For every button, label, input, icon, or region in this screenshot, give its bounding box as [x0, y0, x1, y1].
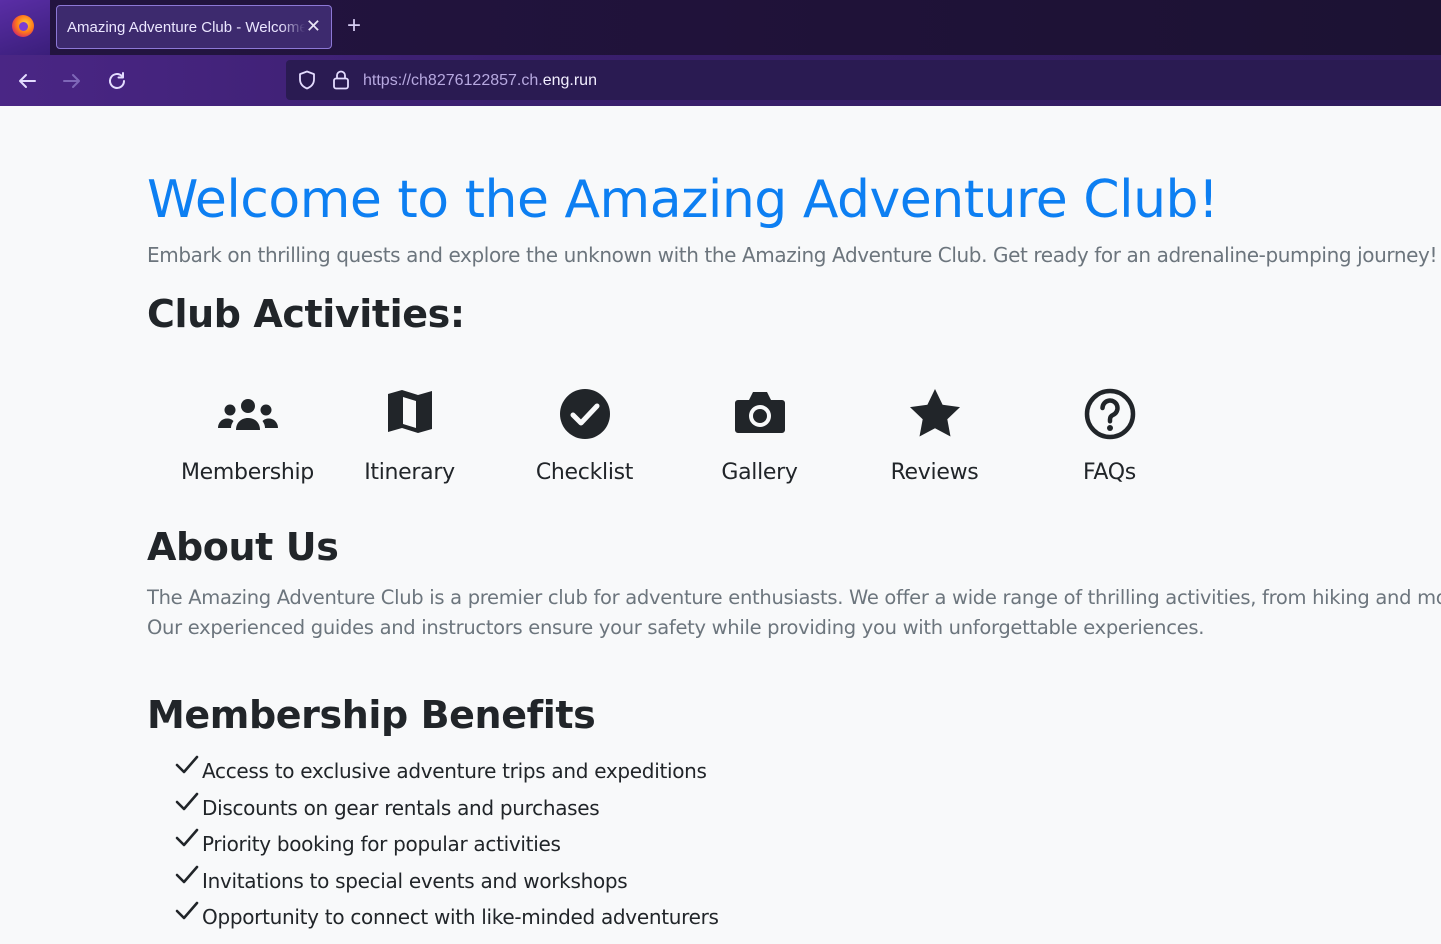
benefit-text: Discounts on gear rentals and purchases [202, 795, 600, 820]
activity-label: Gallery [721, 460, 798, 485]
checkmark-icon [175, 792, 199, 810]
benefit-text: Priority booking for popular activities [202, 832, 561, 856]
benefits-heading: Membership Benefits [147, 693, 596, 737]
browser-chrome: Amazing Adventure Club - Welcome ✕ + htt… [0, 0, 1441, 106]
page-title: Welcome to the Amazing Adventure Club! [147, 170, 1219, 230]
page-content: Welcome to the Amazing Adventure Club! E… [0, 106, 1441, 944]
activities-heading: Club Activities: [147, 292, 465, 336]
url-bar[interactable]: https://ch8276122857.ch.eng.run [286, 60, 1441, 100]
activity-reviews[interactable]: Reviews [847, 388, 1022, 498]
about-paragraph: The Amazing Adventure Club is a premier … [147, 583, 1441, 643]
shield-icon[interactable] [296, 69, 318, 91]
activity-label: FAQs [1083, 460, 1136, 485]
new-tab-button[interactable]: + [347, 14, 361, 38]
about-heading: About Us [147, 525, 339, 569]
activity-faqs[interactable]: FAQs [1022, 388, 1197, 498]
benefit-text: Access to exclusive adventure trips and … [202, 759, 707, 783]
checkmark-icon [175, 865, 199, 883]
activity-label: Reviews [890, 460, 979, 485]
forward-arrow-icon[interactable] [58, 67, 86, 95]
firefox-logo-icon [12, 15, 34, 37]
camera-icon [734, 392, 785, 433]
browser-tab-active[interactable]: Amazing Adventure Club - Welcome ✕ [56, 5, 332, 49]
navigation-bar: https://ch8276122857.ch.eng.run [0, 55, 1441, 106]
activity-membership[interactable]: Membership [160, 388, 335, 498]
checkmark-icon [175, 901, 199, 920]
users-icon [217, 399, 278, 430]
check-circle-icon [559, 389, 610, 439]
about-line: Our experienced guides and instructors e… [147, 616, 1205, 639]
firefox-menu[interactable] [0, 0, 50, 55]
activity-checklist[interactable]: Checklist [497, 388, 672, 498]
tab-bar: Amazing Adventure Club - Welcome ✕ + [0, 0, 1441, 55]
benefit-text: Invitations to special events and worksh… [202, 868, 628, 893]
back-arrow-icon[interactable] [13, 67, 41, 95]
checkmark-icon [175, 828, 199, 847]
question-circle-icon [1084, 388, 1135, 440]
tab-title: Amazing Adventure Club - Welcome [67, 19, 305, 36]
lock-icon[interactable] [331, 69, 351, 91]
about-line: The Amazing Adventure Club is a premier … [147, 586, 1441, 609]
checkmark-icon [175, 755, 199, 774]
reload-icon[interactable] [103, 67, 131, 95]
star-icon [909, 389, 960, 437]
map-icon [387, 390, 432, 433]
url-domain: eng.run [542, 72, 597, 89]
activity-itinerary[interactable]: Itinerary [322, 388, 497, 498]
activity-gallery[interactable]: Gallery [672, 388, 847, 498]
activity-label: Membership [181, 460, 314, 485]
url-text[interactable]: https://ch8276122857.ch.eng.run [363, 72, 597, 90]
activity-label: Checklist [535, 460, 634, 485]
activity-label: Itinerary [364, 460, 455, 485]
url-prefix: https://ch8276122857.ch. [363, 72, 543, 89]
benefit-text: Opportunity to connect with like-minded … [202, 905, 719, 929]
hero-lead-text: Embark on thrilling quests and explore t… [147, 243, 1438, 267]
close-tab-icon[interactable]: ✕ [306, 17, 321, 35]
